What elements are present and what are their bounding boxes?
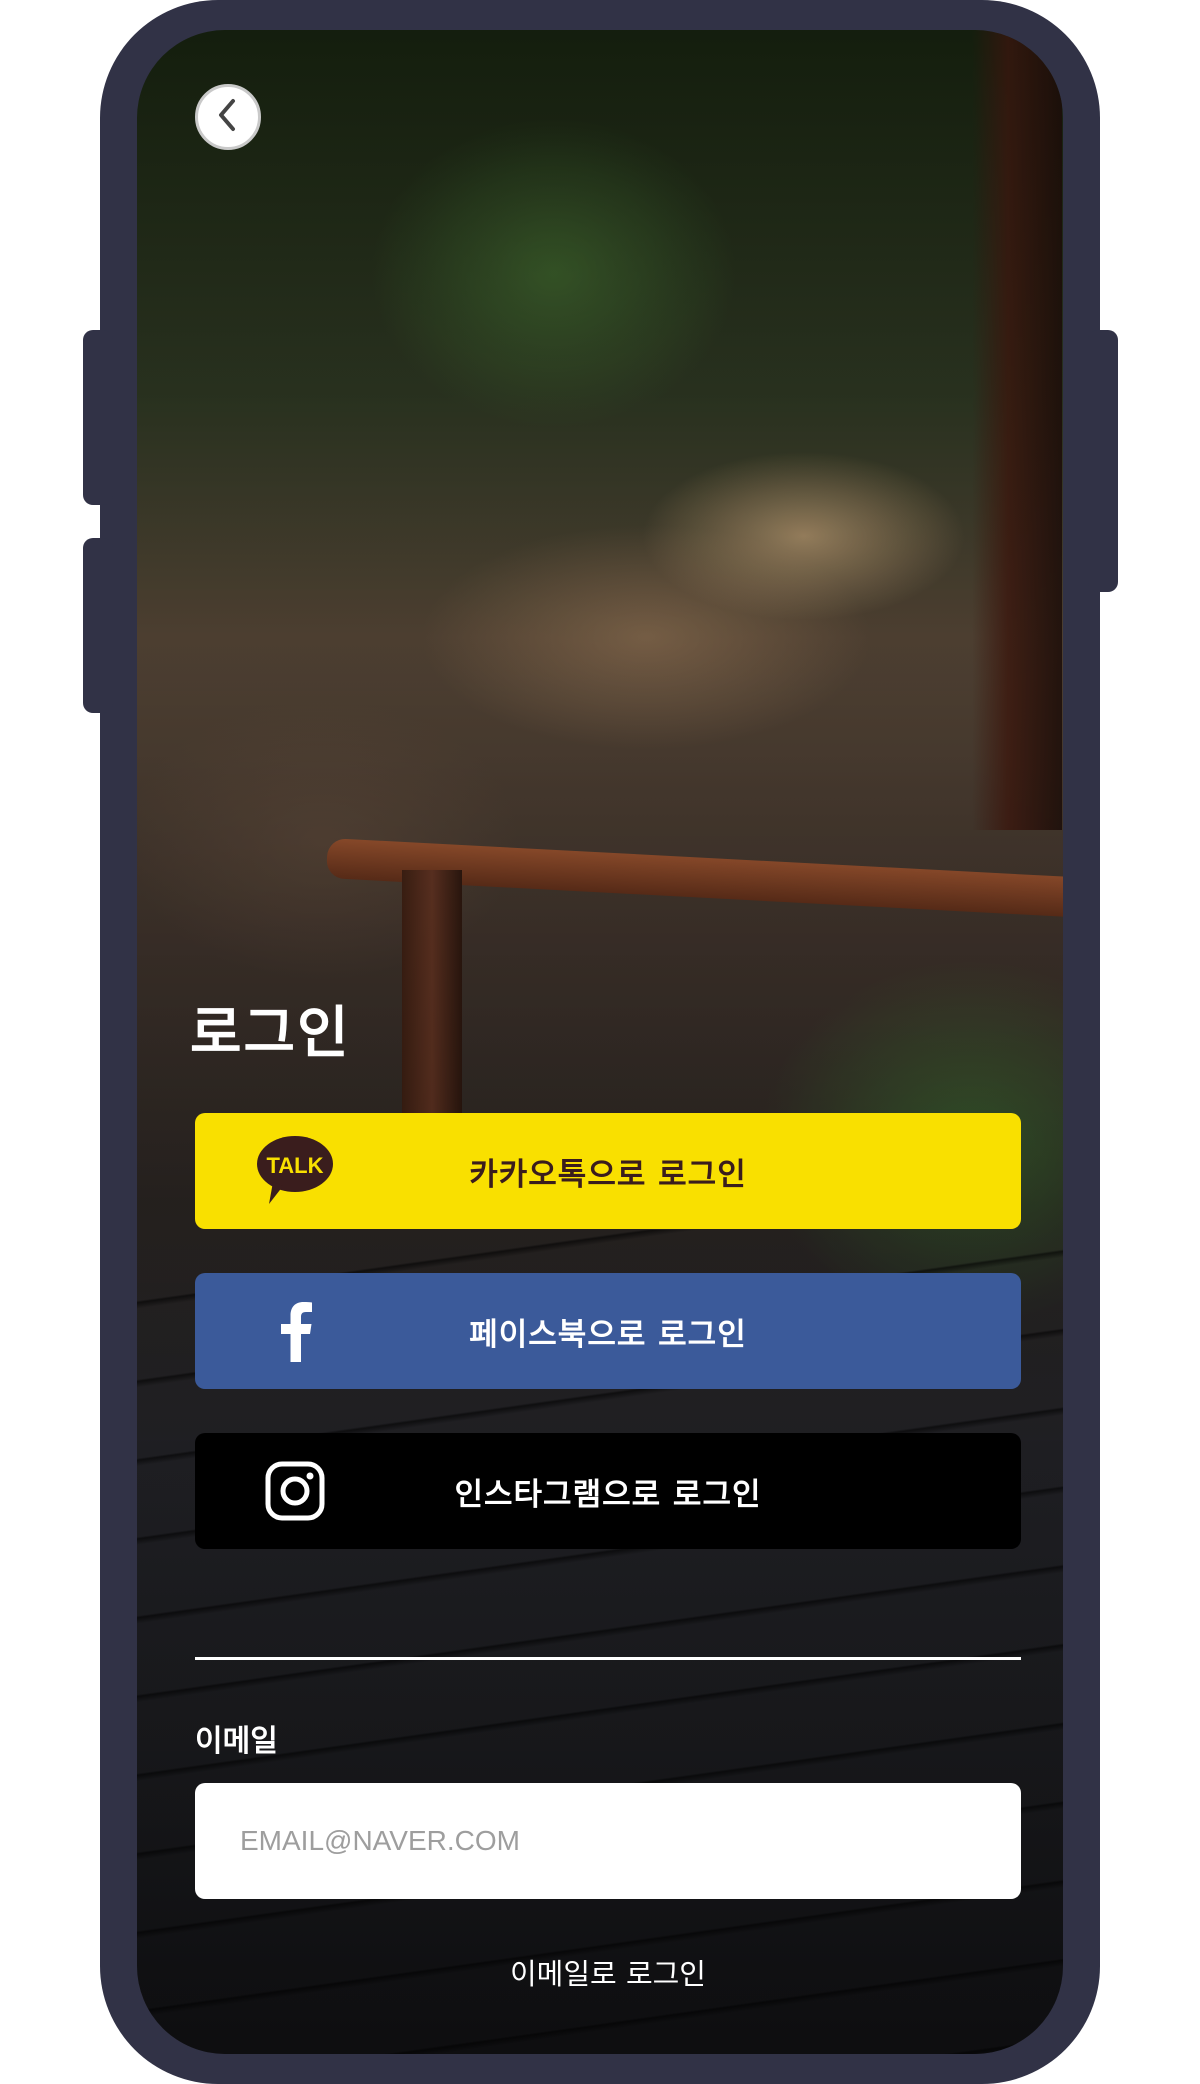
instagram-login-label: 인스타그램으로 로그인	[454, 1476, 762, 1513]
email-label: 이메일	[195, 1724, 278, 1759]
page-title: 로그인	[190, 1001, 351, 1066]
facebook-login-label: 페이스북으로 로그인	[469, 1316, 747, 1353]
facebook-login-button[interactable]: 페이스북으로 로그인	[195, 1273, 1021, 1389]
divider	[195, 1657, 1021, 1660]
kakao-login-label: 카카오톡으로 로그인	[469, 1156, 747, 1193]
back-button[interactable]	[195, 84, 261, 150]
volume-down-button	[83, 538, 113, 713]
power-button	[1088, 330, 1118, 592]
email-login-link[interactable]: 이메일로 로그인	[195, 1951, 1021, 1993]
volume-up-button	[83, 330, 113, 505]
email-input[interactable]	[195, 1783, 1021, 1899]
kakao-login-button[interactable]: TALK 카카오톡으로 로그인	[195, 1113, 1021, 1229]
instagram-login-button[interactable]: 인스타그램으로 로그인	[195, 1433, 1021, 1549]
chevron-left-icon	[213, 96, 243, 138]
